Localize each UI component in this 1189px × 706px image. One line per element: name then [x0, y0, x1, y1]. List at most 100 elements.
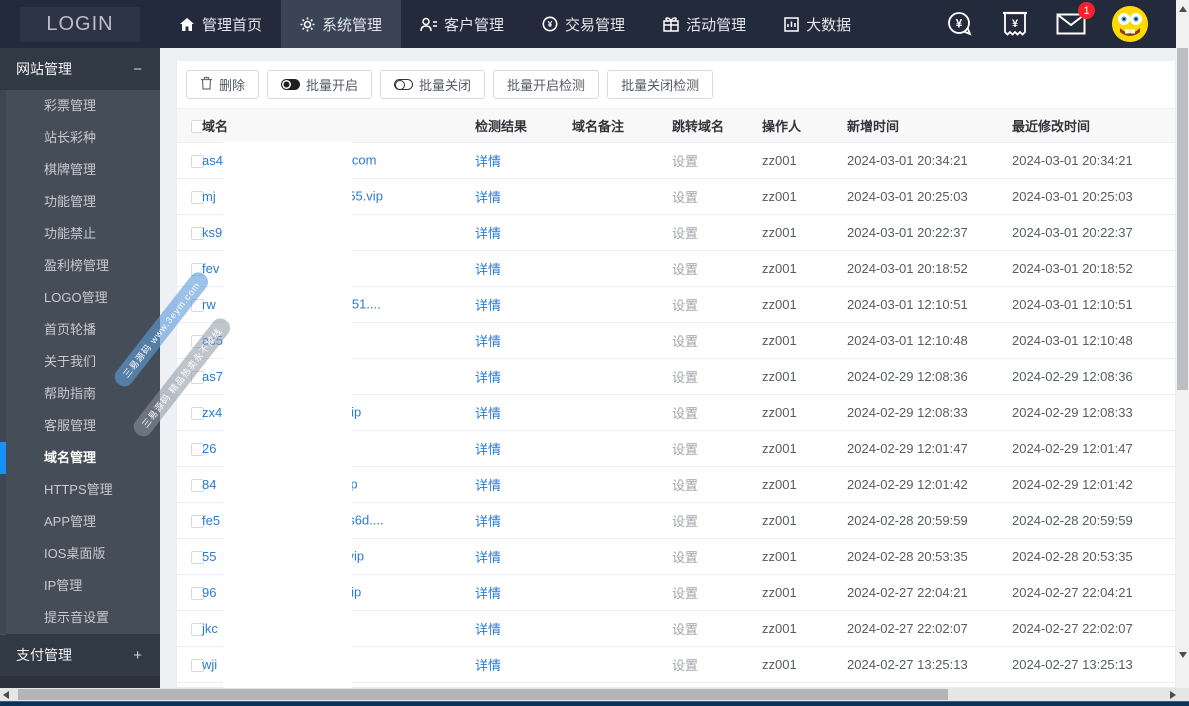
sidebar-group-payment[interactable]: 支付管理 +	[0, 634, 160, 676]
jump-settings-link[interactable]: 设置	[672, 442, 698, 457]
expand-icon[interactable]: +	[133, 647, 142, 664]
nav-item-2[interactable]: 客户管理	[401, 0, 523, 48]
sidebar-item-14[interactable]: IOS桌面版	[0, 538, 160, 570]
domain-link[interactable]: fev	[202, 261, 219, 276]
horizontal-scrollbar[interactable]	[0, 688, 1189, 701]
jump-settings-link[interactable]: 设置	[672, 550, 698, 565]
horizontal-scroll-thumb[interactable]	[18, 689, 948, 700]
remark-cell	[572, 322, 672, 358]
domain-link[interactable]: ks9	[202, 225, 222, 240]
nav-item-5[interactable]: 大数据	[765, 0, 870, 48]
collapse-icon[interactable]: −	[133, 61, 142, 78]
jump-settings-link[interactable]: 设置	[672, 334, 698, 349]
modified-time-cell: 2024-03-01 20:22:37	[1012, 214, 1175, 250]
toolbar-button-2[interactable]: 批量关闭	[380, 70, 485, 99]
jump-settings-link[interactable]: 设置	[672, 262, 698, 277]
detail-link[interactable]: 详情	[475, 226, 501, 241]
sidebar-item-13[interactable]: APP管理	[0, 506, 160, 538]
jump-settings-link[interactable]: 设置	[672, 190, 698, 205]
detail-link[interactable]: 详情	[475, 442, 501, 457]
domain-link[interactable]: mj	[202, 189, 216, 204]
detail-link[interactable]: 详情	[475, 334, 501, 349]
nav-item-0[interactable]: 管理首页	[160, 0, 281, 48]
column-header-5: 新增时间	[847, 109, 1012, 142]
jump-settings-link[interactable]: 设置	[672, 658, 698, 673]
toolbar-button-0[interactable]: 删除	[186, 70, 259, 99]
vertical-scroll-thumb[interactable]	[1177, 48, 1188, 390]
vertical-scrollbar[interactable]	[1176, 0, 1189, 688]
toolbar-button-1[interactable]: 批量开启	[267, 70, 372, 99]
sidebar-item-9[interactable]: 帮助指南	[0, 378, 160, 410]
sidebar-group-website[interactable]: 网站管理 −	[0, 48, 160, 90]
sidebar-item-3[interactable]: 功能管理	[0, 186, 160, 218]
operator-cell: zz001	[762, 358, 847, 394]
domain-link[interactable]: 55	[202, 549, 216, 564]
detail-link[interactable]: 详情	[475, 550, 501, 565]
detail-link[interactable]: 详情	[475, 406, 501, 421]
jump-settings-link[interactable]: 设置	[672, 298, 698, 313]
nav-item-label: 交易管理	[565, 14, 625, 35]
domain-link[interactable]: jkc	[202, 621, 218, 636]
sidebar-item-11[interactable]: 域名管理	[0, 442, 160, 474]
nav-item-4[interactable]: 活动管理	[644, 0, 765, 48]
jump-settings-link[interactable]: 设置	[672, 406, 698, 421]
detail-link[interactable]: 详情	[475, 154, 501, 169]
avatar[interactable]	[1112, 6, 1148, 42]
jump-settings-link[interactable]: 设置	[672, 154, 698, 169]
modified-time-cell: 2024-02-29 12:08:36	[1012, 358, 1175, 394]
jump-settings-link[interactable]: 设置	[672, 586, 698, 601]
domain-link[interactable]: zx4	[202, 405, 222, 420]
sidebar-item-7[interactable]: 首页轮播	[0, 314, 160, 346]
receipt-yen-icon[interactable]: ¥	[1000, 9, 1030, 39]
sidebar-item-12[interactable]: HTTPS管理	[0, 474, 160, 506]
logo-text: LOGIN	[20, 7, 139, 42]
jump-settings-link[interactable]: 设置	[672, 370, 698, 385]
nav-item-1[interactable]: 系统管理	[281, 0, 401, 48]
jump-settings-link[interactable]: 设置	[672, 226, 698, 241]
created-time-cell: 2024-03-01 20:22:37	[847, 214, 1012, 250]
sidebar-item-5[interactable]: 盈利榜管理	[0, 250, 160, 282]
detail-link[interactable]: 详情	[475, 586, 501, 601]
domain-link[interactable]: 26	[202, 441, 216, 456]
toolbar-button-4[interactable]: 批量关闭检测	[607, 70, 713, 99]
modified-time-cell: 2024-02-27 22:02:07	[1012, 610, 1175, 646]
sidebar-item-0[interactable]: 彩票管理	[0, 90, 160, 122]
created-time-cell: 2024-02-28 20:59:59	[847, 502, 1012, 538]
detail-link[interactable]: 详情	[475, 370, 501, 385]
jump-settings-link[interactable]: 设置	[672, 478, 698, 493]
domain-link[interactable]: fe5	[202, 513, 220, 528]
scroll-up-arrow-icon[interactable]	[1179, 6, 1187, 12]
detail-link[interactable]: 详情	[475, 190, 501, 205]
sidebar-item-6[interactable]: LOGO管理	[0, 282, 160, 314]
detail-link[interactable]: 详情	[475, 298, 501, 313]
detail-link[interactable]: 详情	[475, 262, 501, 277]
detail-link[interactable]: 详情	[475, 622, 501, 637]
toolbar-button-label: 批量关闭	[419, 75, 471, 94]
scroll-right-arrow-icon[interactable]	[1170, 691, 1176, 699]
mail-icon[interactable]: 1	[1056, 9, 1086, 39]
domain-link[interactable]: 96	[202, 585, 216, 600]
sidebar-item-1[interactable]: 站长彩种	[0, 122, 160, 154]
jump-settings-link[interactable]: 设置	[672, 622, 698, 637]
sidebar-item-16[interactable]: 提示音设置	[0, 602, 160, 634]
yen-exchange-icon[interactable]: ¥	[944, 9, 974, 39]
toolbar-button-3[interactable]: 批量开启检测	[493, 70, 599, 99]
sidebar-item-2[interactable]: 棋牌管理	[0, 154, 160, 186]
detail-link[interactable]: 详情	[475, 658, 501, 673]
detail-link[interactable]: 详情	[475, 478, 501, 493]
modified-time-cell: 2024-02-28 20:59:59	[1012, 502, 1175, 538]
scroll-left-arrow-icon[interactable]	[3, 691, 9, 699]
scroll-down-arrow-icon[interactable]	[1179, 652, 1187, 658]
domain-link[interactable]: rw	[202, 297, 216, 312]
domain-link[interactable]: as7	[202, 369, 223, 384]
sidebar-item-15[interactable]: IP管理	[0, 570, 160, 602]
sidebar-item-4[interactable]: 功能禁止	[0, 218, 160, 250]
nav-item-3[interactable]: ¥交易管理	[523, 0, 644, 48]
detail-link[interactable]: 详情	[475, 514, 501, 529]
domain-link[interactable]: as4	[202, 153, 223, 168]
column-header-0: 域名	[202, 109, 475, 142]
jump-settings-link[interactable]: 设置	[672, 514, 698, 529]
domain-link[interactable]: 84	[202, 477, 216, 492]
domain-link[interactable]: wji	[202, 657, 217, 672]
users-icon	[420, 17, 437, 32]
